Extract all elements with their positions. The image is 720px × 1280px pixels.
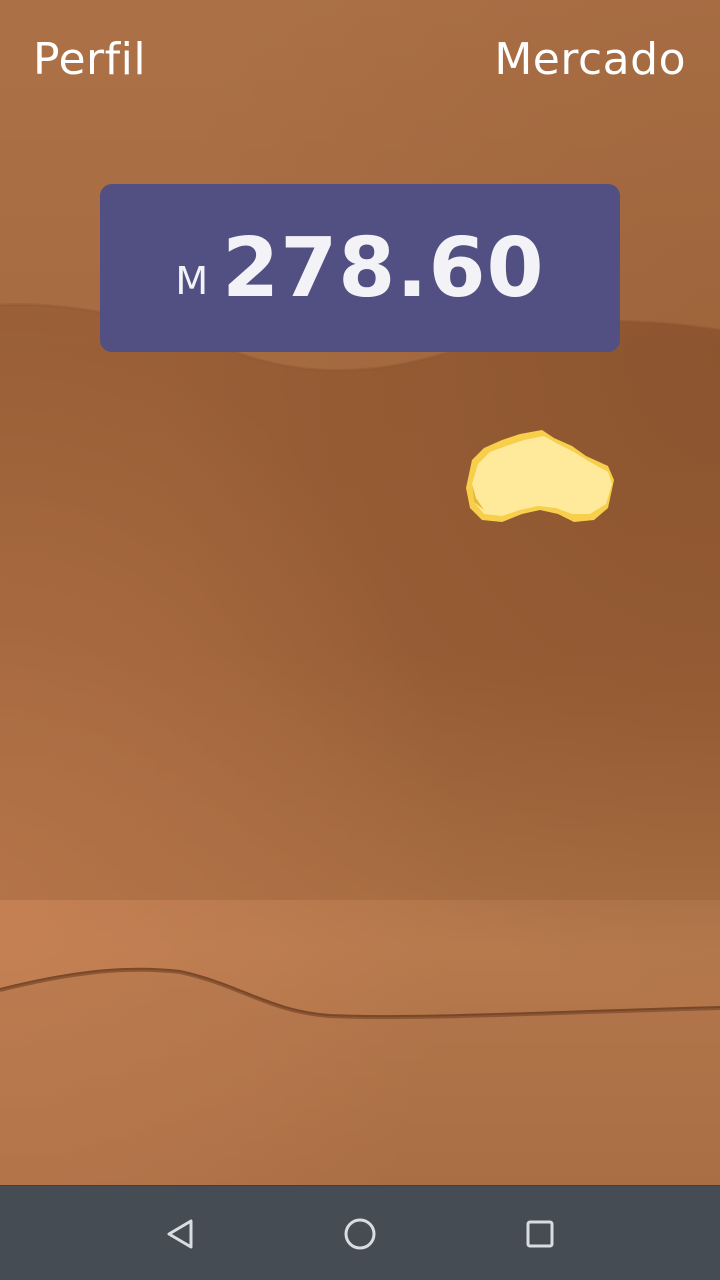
recent-apps-square-icon[interactable] — [510, 1204, 570, 1264]
balance-display: M 278.60 — [100, 184, 620, 352]
market-link[interactable]: Mercado — [494, 32, 686, 88]
desert-background: Perfil Mercado M 278.60 — [0, 0, 720, 1185]
game-screen: Perfil Mercado M 278.60 — [0, 0, 720, 1280]
currency-symbol: M — [175, 259, 209, 303]
gold-nugget-icon[interactable] — [462, 428, 618, 526]
profile-link[interactable]: Perfil — [33, 32, 146, 88]
balance-amount: 278.60 — [222, 220, 545, 316]
dune-terrain — [0, 0, 720, 1185]
system-navigation-bar — [0, 1185, 720, 1280]
back-triangle-icon[interactable] — [150, 1204, 210, 1264]
home-circle-icon[interactable] — [330, 1204, 390, 1264]
